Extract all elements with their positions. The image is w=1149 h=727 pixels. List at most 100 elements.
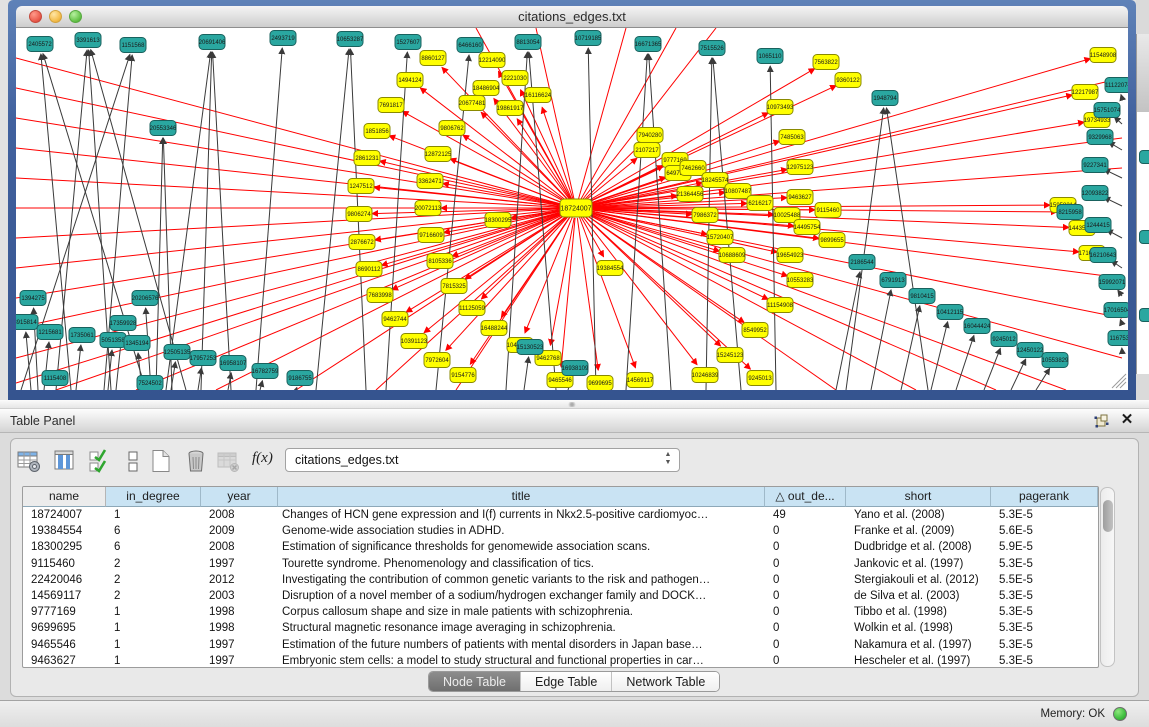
graph-node[interactable]: 5051358 bbox=[100, 333, 126, 348]
resize-grip-icon[interactable] bbox=[1112, 374, 1126, 388]
divider-handle-icon[interactable] bbox=[567, 402, 577, 407]
graph-node[interactable]: 15245123 bbox=[717, 348, 744, 363]
graph-node[interactable]: 15720407 bbox=[707, 230, 734, 245]
graph-node[interactable]: 10412115 bbox=[937, 305, 964, 320]
graph-node[interactable]: 6791913 bbox=[880, 273, 906, 288]
graph-node[interactable]: 9360122 bbox=[835, 73, 861, 88]
column-header-pagerank[interactable]: pagerank bbox=[991, 487, 1098, 507]
graph-node[interactable]: 7485063 bbox=[779, 130, 805, 145]
table-row[interactable]: 977716911998Corpus callosum shape and si… bbox=[23, 604, 1098, 620]
tab-edge-table[interactable]: Edge Table bbox=[521, 672, 612, 691]
graph-node[interactable]: 7462660 bbox=[680, 161, 706, 176]
float-panel-icon[interactable] bbox=[1093, 413, 1109, 429]
graph-node[interactable]: 9463627 bbox=[787, 190, 813, 205]
graph-node[interactable]: 9806762 bbox=[439, 121, 465, 136]
table-row[interactable]: 946554611997Estimation of the future num… bbox=[23, 637, 1098, 653]
tab-node-table[interactable]: Node Table bbox=[429, 672, 521, 691]
graph-node[interactable]: 16671365 bbox=[635, 37, 662, 52]
graph-node[interactable]: 2405572 bbox=[27, 37, 53, 52]
graph-node[interactable]: 19861917 bbox=[497, 101, 524, 116]
graph-node[interactable]: 9899655 bbox=[819, 233, 845, 248]
graph-node[interactable]: 9810415 bbox=[909, 289, 935, 304]
graph-node[interactable]: 16210643 bbox=[1090, 248, 1117, 263]
column-header-year[interactable]: year bbox=[201, 487, 278, 507]
graph-node[interactable]: 1247512 bbox=[348, 179, 374, 194]
graph-node[interactable]: 2861231 bbox=[354, 151, 380, 166]
graph-node[interactable]: 14495754 bbox=[794, 220, 821, 235]
graph-node[interactable]: 18245574 bbox=[702, 173, 729, 188]
column-header-short[interactable]: short bbox=[846, 487, 991, 507]
graph-node[interactable]: 10688609 bbox=[719, 248, 746, 263]
graph-node[interactable]: 18486904 bbox=[473, 81, 500, 96]
graph-node[interactable]: 7986372 bbox=[692, 208, 718, 223]
table-select-dropdown[interactable]: citations_edges.txt ▲▼ bbox=[285, 448, 680, 472]
column-header-name[interactable]: name bbox=[23, 487, 106, 507]
graph-node[interactable]: 11548908 bbox=[1090, 48, 1117, 63]
graph-node[interactable]: 2493719 bbox=[270, 31, 296, 46]
scrollbar-thumb[interactable] bbox=[1103, 500, 1113, 532]
graph-node[interactable]: 7563822 bbox=[813, 55, 839, 70]
graph-node[interactable]: 3362471 bbox=[417, 174, 443, 189]
memory-status-icon[interactable] bbox=[1113, 707, 1127, 721]
graph-node[interactable]: 12214090 bbox=[479, 53, 506, 68]
column-header-title[interactable]: title bbox=[278, 487, 765, 507]
graph-node[interactable]: 2186544 bbox=[849, 255, 875, 270]
delete-table-icon[interactable] bbox=[215, 448, 241, 474]
graph-node[interactable]: 18724007 bbox=[560, 199, 592, 217]
graph-node[interactable]: 1065110 bbox=[757, 49, 783, 64]
new-file-icon[interactable] bbox=[148, 448, 174, 474]
graph-node[interactable]: 10719185 bbox=[575, 31, 602, 46]
window-titlebar[interactable]: citations_edges.txt bbox=[16, 6, 1128, 28]
graph-node[interactable]: 17359928 bbox=[110, 316, 137, 331]
graph-node[interactable]: 9462744 bbox=[382, 312, 408, 327]
table-row[interactable]: 946362711997Embryonic stem cells: a mode… bbox=[23, 653, 1098, 668]
graph-node[interactable]: 12450122 bbox=[1017, 343, 1044, 358]
graph-node[interactable]: 16116624 bbox=[525, 88, 552, 103]
graph-node[interactable]: 9154776 bbox=[450, 368, 476, 383]
graph-node[interactable]: 12217987 bbox=[1072, 85, 1099, 100]
graph-node[interactable]: 1394275 bbox=[20, 291, 46, 306]
graph-node[interactable]: 8549952 bbox=[742, 323, 768, 338]
graph-node[interactable]: 15751074 bbox=[1094, 103, 1121, 118]
graph-node[interactable]: 10653287 bbox=[337, 32, 364, 47]
graph-node[interactable]: 8813054 bbox=[515, 35, 541, 50]
graph-node[interactable]: 14569117 bbox=[627, 373, 654, 388]
graph-node[interactable]: 1851856 bbox=[364, 124, 390, 139]
table-row[interactable]: 911546021997Tourette syndrome. Phenomeno… bbox=[23, 556, 1098, 572]
table-row[interactable]: 2242004622012Investigating the contribut… bbox=[23, 572, 1098, 588]
table-row[interactable]: 1872400712008Changes of HCN gene express… bbox=[23, 507, 1098, 523]
graph-node[interactable]: 2876672 bbox=[349, 235, 375, 250]
graph-node[interactable]: 8105336 bbox=[427, 254, 453, 269]
graph-node[interactable]: 10553829 bbox=[1042, 353, 1069, 368]
graph-node[interactable]: 16782759 bbox=[252, 364, 279, 379]
tab-network-table[interactable]: Network Table bbox=[612, 672, 719, 691]
graph-node[interactable]: 20072113 bbox=[415, 201, 442, 216]
graph-node[interactable]: 1948794 bbox=[872, 91, 898, 106]
graph-node[interactable]: 19654923 bbox=[777, 248, 804, 263]
graph-node[interactable]: 10973493 bbox=[767, 100, 794, 115]
graph-node[interactable]: 6216217 bbox=[747, 196, 773, 211]
split-divider[interactable] bbox=[0, 400, 1149, 409]
column-header-out_de[interactable]: △ out_de... bbox=[765, 487, 846, 507]
graph-node[interactable]: 20553346 bbox=[150, 121, 177, 136]
graph-node[interactable]: 2221030 bbox=[502, 71, 528, 86]
graph-node[interactable]: 9329968 bbox=[1087, 130, 1113, 145]
graph-node[interactable]: 16488244 bbox=[481, 321, 508, 336]
table-row[interactable]: 1938455462009Genome-wide association stu… bbox=[23, 523, 1098, 539]
graph-node[interactable]: 1167531 bbox=[1108, 331, 1128, 346]
table-settings-icon[interactable] bbox=[16, 448, 42, 474]
graph-node[interactable]: 16044424 bbox=[964, 319, 991, 334]
unselect-all-icon[interactable] bbox=[120, 448, 146, 474]
show-columns-icon[interactable] bbox=[52, 448, 78, 474]
graph-node[interactable]: 7940280 bbox=[637, 128, 663, 143]
graph-node[interactable]: 15992071 bbox=[1099, 275, 1126, 290]
graph-node[interactable]: 1735061 bbox=[69, 328, 95, 343]
vertical-scrollbar[interactable] bbox=[1100, 487, 1115, 667]
graph-node[interactable]: 1115408 bbox=[42, 371, 68, 386]
graph-node[interactable]: 10246839 bbox=[692, 368, 719, 383]
graph-node[interactable]: 7515526 bbox=[699, 41, 725, 56]
graph-node[interactable]: 9806274 bbox=[346, 207, 372, 222]
function-builder-icon[interactable]: f(x) bbox=[252, 450, 278, 476]
graph-node[interactable]: 1527607 bbox=[395, 35, 421, 50]
graph-node[interactable]: 12975123 bbox=[787, 160, 814, 175]
